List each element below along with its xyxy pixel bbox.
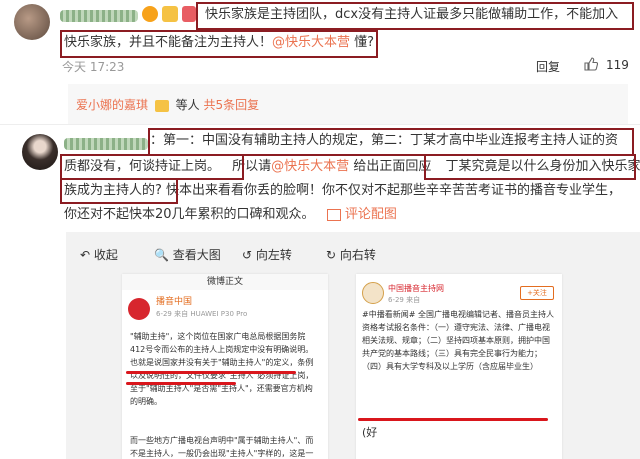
- right-account-meta: 6-29 来自: [388, 296, 421, 304]
- commenter-2-name[interactable]: [64, 138, 148, 150]
- underline-1: [126, 371, 296, 374]
- comment-1-text: 快乐家族是主持团队，dcx没有主持人证最多只能做辅助工作，不能加入: [205, 7, 619, 22]
- reply-button[interactable]: 回复: [536, 58, 560, 75]
- comment-2-line4: 你还对不起快本20几年累积的口碑和观众。 评论配图: [64, 207, 397, 222]
- reply-hint: (好: [362, 426, 378, 439]
- underline-2: [126, 382, 236, 385]
- image-icon[interactable]: [326, 208, 341, 221]
- verified-badge: [142, 6, 158, 22]
- view-replies-link[interactable]: 共5条回复: [204, 98, 260, 112]
- vip-small-icon: [154, 99, 169, 112]
- comment-2-line2: 质都没有，何谈持证上岗。 所以请@快乐大本营 给出正面回应 丁某究竟是以什么身份…: [64, 159, 640, 174]
- card-footer: 而一些地方广播电视台声明中"属于辅助主持人"、而不是主持人，一般仍会出现"主持人…: [130, 436, 314, 458]
- commenter-2-avatar[interactable]: [22, 134, 58, 170]
- comment-2-line3: 族成为主持人的? 快本出来看看你丢的脸啊！你不仅对不起那些辛辛苦苦考证书的播音专…: [64, 183, 622, 198]
- comment-image-link[interactable]: 评论配图: [345, 207, 397, 222]
- commenter-1-avatar[interactable]: [14, 4, 50, 40]
- divider: [0, 124, 640, 125]
- comment-1-timestamp: 今天 17:23: [62, 60, 125, 74]
- right-card-body: #中播看新闻# 全国广播电视编辑记者、播音员主持人资格考试报名条件：（一）遵守宪…: [362, 310, 554, 371]
- view-large-button[interactable]: 🔍 查看大图: [154, 246, 221, 263]
- account-meta: 6-29 来自 HUAWEI P30 Pro: [156, 310, 248, 318]
- right-screenshot-card: 中国播音主持网 6-29 来自 +关注 #中播看新闻# 全国广播电视编辑记者、播…: [356, 274, 562, 459]
- follow-button[interactable]: +关注: [520, 286, 554, 300]
- fan-badge: [182, 6, 196, 22]
- commenter-1-name[interactable]: [60, 10, 138, 22]
- mention-kuaile[interactable]: @快乐大本营: [272, 35, 350, 50]
- comment-1-text-line2: 快乐家族，并且不能备注为主持人！@快乐大本营 懂?: [64, 35, 375, 50]
- sub-reply-line: 爱小娜的嘉琪 等人 共5条回复: [76, 98, 260, 112]
- comment-image[interactable]: ↶ 收起 🔍 查看大图 ↺ 向左转 ↻ 向右转 微博正文 播音中国 6-29 来…: [66, 232, 640, 459]
- like-count: 119: [606, 58, 629, 72]
- rotate-right-button[interactable]: ↻ 向右转: [326, 246, 376, 263]
- collapse-button[interactable]: ↶ 收起: [80, 246, 118, 263]
- account-avatar: [128, 298, 150, 320]
- sub-reply-user[interactable]: 爱小娜的嘉琪: [76, 98, 148, 112]
- mention-kuaile-2[interactable]: @快乐大本营: [271, 159, 349, 174]
- right-account-avatar: [362, 282, 384, 304]
- left-screenshot-card: 微博正文 播音中国 6-29 来自 HUAWEI P30 Pro "辅助主持"，…: [122, 274, 328, 459]
- rotate-left-button[interactable]: ↺ 向左转: [242, 246, 292, 263]
- comment-2-line1: ：第一：中国没有辅助主持人的规定，第二：丁某才高中毕业连报考主持人证的资: [150, 133, 619, 148]
- vip-badge: [162, 6, 178, 22]
- card-body: "辅助主持"，这个岗位在国家广电总局根据国务院412号令而公布的主持人上岗规定中…: [130, 332, 314, 406]
- like-icon[interactable]: [584, 57, 598, 71]
- underline-3: [358, 418, 548, 421]
- weibo-header: 微博正文: [122, 274, 328, 290]
